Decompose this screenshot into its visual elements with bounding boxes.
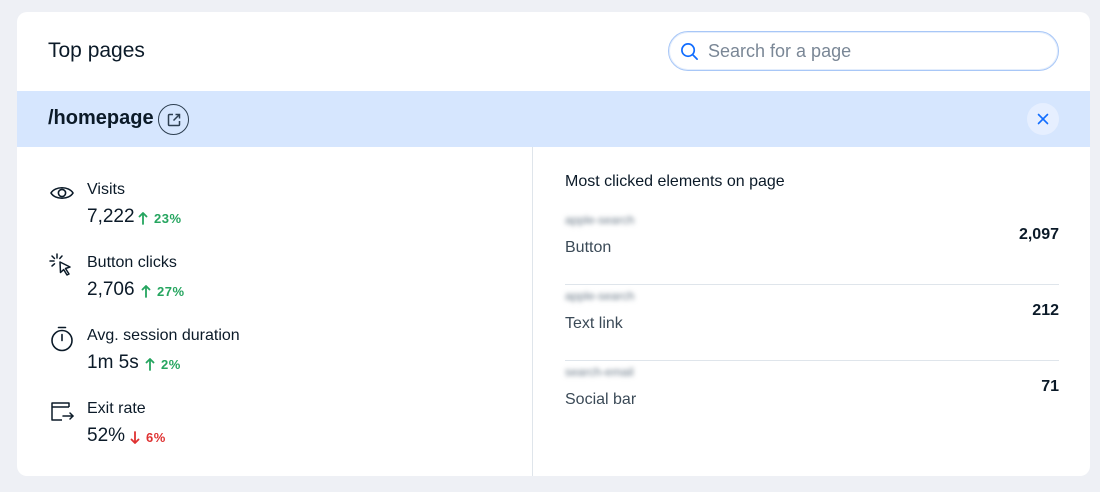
click-count: 212 (1032, 302, 1059, 319)
click-count: 2,097 (1018, 226, 1059, 243)
metric-label: Exit rate (87, 400, 146, 417)
trend-indicator: 6% (130, 430, 166, 445)
element-type: Button (565, 239, 612, 256)
metrics-panel: Visits 7,222 23% Button clicks 2,706 27% (17, 147, 532, 476)
page-path: /homepage (48, 107, 154, 129)
arrow-up-icon (141, 285, 151, 298)
click-count: 71 (1041, 378, 1059, 395)
list-item: apple-search Button 2,097 (565, 209, 1059, 285)
list-item: search-email Social bar 71 (565, 361, 1059, 437)
eye-icon (50, 186, 74, 200)
clicked-elements-panel: Most clicked elements on page apple-sear… (533, 147, 1090, 476)
arrow-up-icon (145, 358, 155, 371)
search-box[interactable] (668, 31, 1059, 71)
metric-button-clicks: Button clicks 2,706 27% (48, 252, 508, 312)
card-title: Top pages (48, 39, 145, 62)
cursor-click-icon (49, 253, 71, 276)
trend-value: 6% (146, 430, 166, 445)
metric-session-duration: Avg. session duration 1m 5s 2% (48, 325, 508, 385)
element-name-blurred: search-email (565, 365, 634, 379)
metric-label: Visits (87, 181, 125, 198)
trend-value: 27% (157, 284, 185, 299)
search-icon (681, 43, 698, 60)
element-name-blurred: apple-search (565, 213, 635, 227)
metric-exit-rate: Exit rate 52% 6% (48, 398, 508, 458)
metric-visits: Visits 7,222 23% (48, 179, 508, 239)
top-pages-card: Top pages /homepage (17, 12, 1090, 476)
exit-icon (51, 402, 74, 421)
trend-value: 2% (161, 357, 181, 372)
element-type: Text link (565, 315, 623, 332)
arrow-up-icon (138, 212, 148, 225)
stopwatch-icon (51, 326, 73, 352)
metric-label: Button clicks (87, 254, 177, 271)
close-page-button[interactable] (1027, 103, 1059, 135)
search-input[interactable] (708, 39, 1043, 64)
element-type: Social bar (565, 391, 637, 408)
metric-value: 2,706 (87, 279, 135, 300)
metric-value: 1m 5s (87, 352, 139, 373)
arrow-down-icon (130, 431, 140, 444)
close-icon (1037, 113, 1049, 125)
element-name-blurred: apple-search (565, 289, 635, 303)
list-item: apple-search Text link 212 (565, 285, 1059, 361)
open-page-button[interactable] (158, 104, 189, 135)
trend-indicator: 23% (138, 211, 182, 226)
trend-indicator: 27% (141, 284, 185, 299)
card-header: Top pages (17, 12, 1090, 91)
clicked-elements-title: Most clicked elements on page (565, 173, 785, 190)
trend-indicator: 2% (145, 357, 181, 372)
trend-value: 23% (154, 211, 182, 226)
external-link-icon (167, 113, 180, 126)
metric-label: Avg. session duration (87, 327, 240, 344)
metric-value: 7,222 (87, 206, 135, 227)
selected-page-bar: /homepage (17, 91, 1090, 147)
metric-value: 52% (87, 425, 126, 446)
